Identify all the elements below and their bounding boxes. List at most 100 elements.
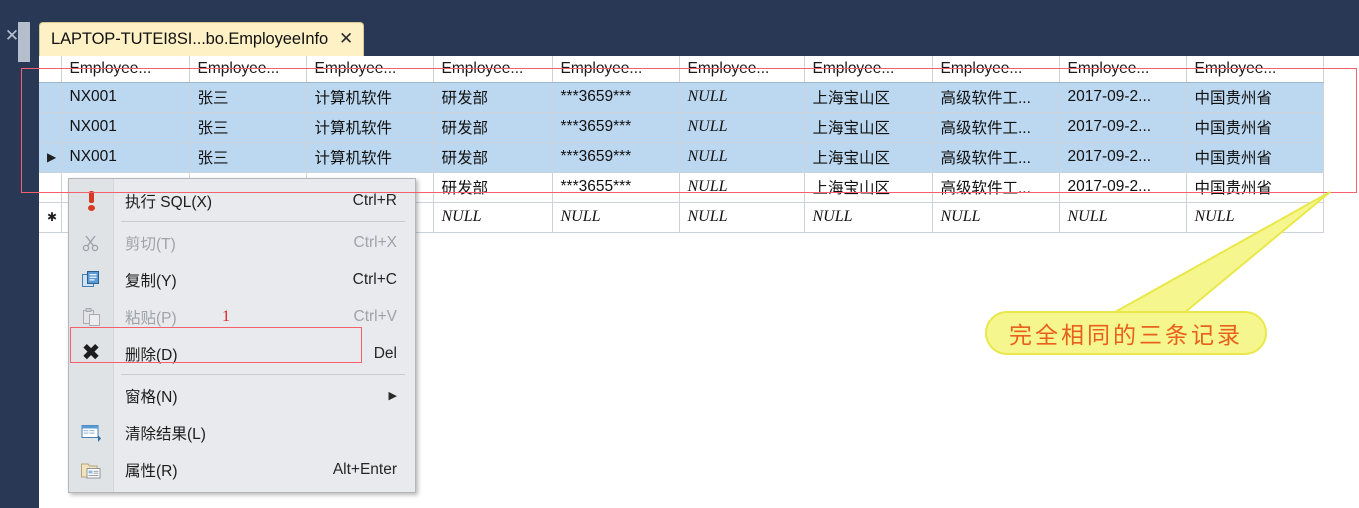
column-header-3[interactable]: Employee... — [433, 56, 553, 83]
current-row-marker[interactable]: ▶ — [39, 142, 62, 173]
context-menu-item-shortcut: Ctrl+C — [352, 270, 397, 288]
context-menu-separator — [121, 374, 405, 375]
ide-rail-divider — [30, 22, 39, 508]
context-menu-item-4[interactable]: ✖ 删除(D) Del — [69, 335, 415, 372]
column-header-0[interactable]: Employee... — [61, 56, 190, 83]
table-cell[interactable]: ***3655*** — [552, 172, 680, 203]
table-cell[interactable]: 中国贵州省 — [1186, 142, 1324, 173]
table-cell[interactable]: 2017-09-2... — [1059, 112, 1187, 143]
table-cell[interactable]: NULL — [1186, 202, 1324, 233]
table-cell[interactable]: 研发部 — [433, 112, 553, 143]
table-cell[interactable]: ***3659*** — [552, 112, 680, 143]
table-cell[interactable]: 上海宝山区 — [804, 82, 933, 113]
context-menu-item-label: 执行 SQL(X) — [125, 193, 212, 211]
table-cell[interactable]: NX001 — [61, 142, 190, 173]
table-cell[interactable]: 上海宝山区 — [804, 112, 933, 143]
table-cell[interactable]: 上海宝山区 — [804, 172, 933, 203]
table-cell[interactable]: NULL — [433, 202, 553, 233]
annotation-step-number: 1 — [222, 308, 230, 325]
table-cell[interactable]: NULL — [1059, 202, 1187, 233]
new-row-marker[interactable]: ✱ — [39, 202, 62, 233]
tab-close-icon[interactable]: ✕ — [339, 31, 353, 48]
close-icon[interactable]: ✕ — [3, 27, 21, 45]
table-cell[interactable]: NULL — [804, 202, 933, 233]
table-cell[interactable]: 研发部 — [433, 172, 553, 203]
column-header-6[interactable]: Employee... — [804, 56, 933, 83]
table-cell[interactable]: 高级软件工... — [932, 82, 1060, 113]
table-cell[interactable]: 高级软件工... — [932, 142, 1060, 173]
context-menu-item-label: 窗格(N) — [125, 388, 178, 406]
ide-window: ✕ LAPTOP-TUTEI8SI...bo.EmployeeInfo ✕ Em… — [0, 0, 1359, 508]
table-cell[interactable]: 高级软件工... — [932, 112, 1060, 143]
table-cell[interactable]: 中国贵州省 — [1186, 112, 1324, 143]
column-header-5[interactable]: Employee... — [679, 56, 805, 83]
table-cell[interactable]: 张三 — [189, 82, 307, 113]
table-row[interactable]: NX001 张三 计算机软件 研发部 ***3659*** NULL 上海宝山区 高级软件工.… — [39, 82, 1324, 113]
table-cell[interactable]: NULL — [679, 112, 805, 143]
column-header-7[interactable]: Employee... — [932, 56, 1060, 83]
tab-strip: LAPTOP-TUTEI8SI...bo.EmployeeInfo ✕ — [39, 0, 1359, 56]
row-selector[interactable] — [39, 172, 62, 203]
context-menu-item-label: 清除结果(L) — [125, 425, 206, 443]
callout-duplicate-records: 完全相同的三条记录 — [985, 311, 1267, 355]
table-row[interactable]: ▶ NX001 张三 计算机软件 研发部 ***3659*** NULL 上海宝山区 高级软件工… — [39, 142, 1324, 173]
table-cell[interactable]: ***3659*** — [552, 82, 680, 113]
table-cell[interactable]: 高级软件工... — [932, 172, 1060, 203]
table-cell[interactable]: 研发部 — [433, 142, 553, 173]
copy-icon — [69, 261, 113, 298]
panes-icon — [69, 377, 113, 414]
column-header-9[interactable]: Employee... — [1186, 56, 1324, 83]
table-cell[interactable]: NULL — [932, 202, 1060, 233]
context-menu-item-label: 复制(Y) — [125, 272, 177, 290]
table-cell[interactable]: NULL — [679, 82, 805, 113]
table-cell[interactable]: 上海宝山区 — [804, 142, 933, 173]
context-menu-item-shortcut: Del — [373, 344, 397, 362]
context-menu-item-1[interactable]: 剪切(T) Ctrl+X — [69, 224, 415, 261]
context-menu-item-shortcut: Ctrl+X — [353, 233, 398, 251]
table-cell[interactable]: 2017-09-2... — [1059, 82, 1187, 113]
table-cell[interactable]: NULL — [552, 202, 680, 233]
tab-employeeinfo[interactable]: LAPTOP-TUTEI8SI...bo.EmployeeInfo ✕ — [39, 22, 365, 56]
paste-icon — [69, 298, 113, 335]
tab-title: LAPTOP-TUTEI8SI...bo.EmployeeInfo — [51, 30, 329, 48]
table-cell[interactable]: NULL — [679, 142, 805, 173]
table-row[interactable]: NX001 张三 计算机软件 研发部 ***3659*** NULL 上海宝山区 高级软件工.… — [39, 112, 1324, 143]
delete-icon: ✖ — [81, 340, 101, 366]
table-cell[interactable]: 研发部 — [433, 82, 553, 113]
context-menu-separator — [121, 221, 405, 222]
context-menu-item-7[interactable]: 属性(R) Alt+Enter — [69, 451, 415, 488]
context-menu-item-6[interactable]: 清除结果(L) — [69, 414, 415, 451]
column-header-8[interactable]: Employee... — [1059, 56, 1187, 83]
context-menu-item-label: 剪切(T) — [125, 235, 176, 253]
table-cell[interactable]: 2017-09-2... — [1059, 172, 1187, 203]
table-cell[interactable]: 中国贵州省 — [1186, 82, 1324, 113]
context-menu[interactable]: 执行 SQL(X) Ctrl+R 剪切(T) Ctrl+X 复制(Y) Ctrl+C 粘贴(… — [68, 178, 416, 493]
table-cell[interactable]: 张三 — [189, 142, 307, 173]
row-selector-header — [39, 56, 62, 83]
table-cell[interactable]: 张三 — [189, 112, 307, 143]
table-cell[interactable]: 计算机软件 — [306, 112, 434, 143]
column-header-2[interactable]: Employee... — [306, 56, 434, 83]
row-selector[interactable] — [39, 112, 62, 143]
table-cell[interactable]: ***3659*** — [552, 142, 680, 173]
context-menu-item-0[interactable]: 执行 SQL(X) Ctrl+R — [69, 182, 415, 219]
table-cell[interactable]: NX001 — [61, 112, 190, 143]
table-cell[interactable]: 中国贵州省 — [1186, 172, 1324, 203]
table-cell[interactable]: 计算机软件 — [306, 82, 434, 113]
context-menu-item-5[interactable]: 窗格(N) ▶ — [69, 377, 415, 414]
cut-icon — [69, 224, 113, 261]
table-cell[interactable]: NULL — [679, 202, 805, 233]
table-cell[interactable]: 2017-09-2... — [1059, 142, 1187, 173]
column-header-4[interactable]: Employee... — [552, 56, 680, 83]
context-menu-item-2[interactable]: 复制(Y) Ctrl+C — [69, 261, 415, 298]
table-cell[interactable]: NX001 — [61, 82, 190, 113]
context-menu-item-label: 属性(R) — [125, 462, 178, 480]
column-header-1[interactable]: Employee... — [189, 56, 307, 83]
context-menu-item-3[interactable]: 粘贴(P) Ctrl+V — [69, 298, 415, 335]
row-selector[interactable] — [39, 82, 62, 113]
table-cell[interactable]: 计算机软件 — [306, 142, 434, 173]
context-menu-item-shortcut: Ctrl+R — [352, 191, 397, 209]
table-cell[interactable]: NULL — [679, 172, 805, 203]
execute-sql-icon — [69, 182, 113, 219]
table-header-row: Employee... Employee... Employee... Employe… — [39, 56, 1324, 83]
